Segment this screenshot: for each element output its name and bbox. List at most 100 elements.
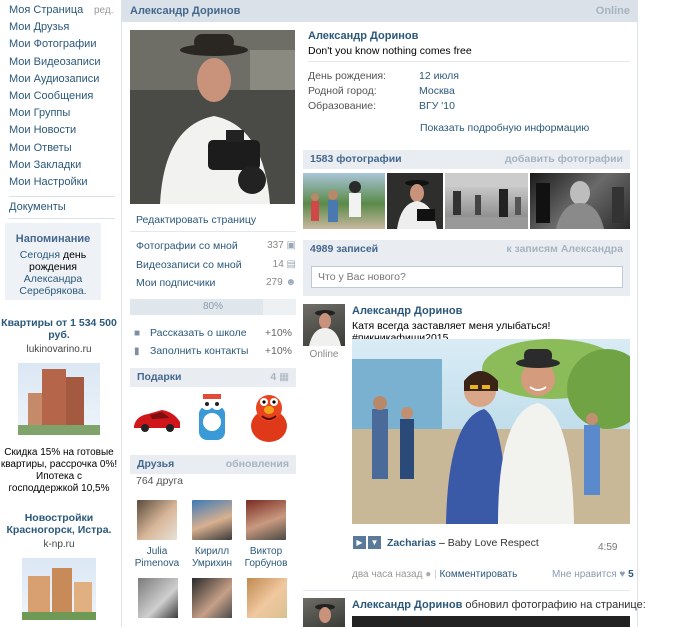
gift-red-car[interactable] [132, 404, 182, 434]
photo-thumb[interactable] [387, 173, 443, 229]
nav-my-news[interactable]: Мои Новости [0, 122, 118, 139]
audio-track[interactable]: Zacharias – Baby Love Respect [387, 537, 539, 549]
post-author-avatar[interactable] [303, 304, 345, 346]
like-button[interactable]: Мне нравится ♥ 5 [552, 569, 634, 580]
friends-header[interactable]: Друзья обновления [130, 455, 296, 474]
friend-first-name: Кирилл [194, 546, 230, 557]
videos-with-me-link[interactable]: Видеозаписи со мной [136, 259, 242, 271]
header-name: Александр Доринов [130, 5, 241, 17]
friends-title: Друзья [137, 458, 175, 470]
apple-device-icon: ● [425, 569, 432, 580]
people-icon: ☻ [285, 277, 296, 288]
post-meta: два часа назад ● | Комментировать [352, 569, 518, 580]
friend-item[interactable]: Julia Pimenova [131, 500, 183, 570]
friend-first-name: Виктор [249, 546, 283, 557]
post2-header: Александр Доринов обновил фотографию на … [352, 599, 646, 611]
divider [130, 231, 296, 232]
education-value[interactable]: ВГУ '10 [419, 100, 455, 112]
reminder-person-link[interactable]: Александра Серебрякова. [19, 273, 86, 297]
photo-thumb[interactable] [303, 173, 385, 229]
audio-duration: 4:59 [598, 542, 618, 553]
followers-link[interactable]: Мои подписчики [136, 277, 215, 289]
photos-with-me-count: 337 ▣ [267, 240, 296, 251]
profile-name: Александр Доринов [308, 30, 419, 42]
friend-photo[interactable] [137, 500, 177, 540]
audio-title: Baby Love Respect [447, 537, 539, 549]
show-more-info-link[interactable]: Показать подробную информацию [420, 122, 589, 134]
to-wall-link[interactable]: к записям Александра [506, 240, 623, 259]
nav-my-audio[interactable]: Мои Аудиозаписи [0, 71, 118, 88]
profile-completion-bar: 80% [130, 299, 296, 315]
friend-photo[interactable] [247, 578, 287, 618]
heart-icon: ♥ [619, 569, 626, 580]
ad-title[interactable]: Новостройки Красногорск, Истра. [0, 512, 118, 536]
wall-header[interactable]: 4989 записей к записям Александра [303, 240, 630, 259]
profile-quote: Don't you know nothing comes free [308, 45, 472, 57]
friend-photo[interactable] [192, 500, 232, 540]
ad-title[interactable]: Квартиры от 1 534 500 руб. [0, 317, 118, 341]
post-author-name[interactable]: Александр Доринов [352, 599, 462, 611]
birthday-value[interactable]: 12 июля [419, 70, 459, 82]
nav-my-photos[interactable]: Мои Фотографии [0, 36, 118, 53]
friend-photo[interactable] [138, 578, 178, 618]
profile-header-bar: Александр Доринов Online [122, 0, 638, 22]
photos-with-me-link[interactable]: Фотографии со мной [136, 240, 238, 252]
nav-my-settings[interactable]: Мои Настройки [0, 174, 118, 191]
phone-icon: ▮ [134, 346, 140, 357]
friends-updates-link[interactable]: обновления [226, 455, 289, 474]
wall-count: 4989 записей [310, 243, 379, 255]
post-author-name[interactable]: Александр Доринов [352, 305, 462, 317]
edit-page-link[interactable]: Редактировать страницу [136, 214, 256, 226]
ad-block-new-buildings[interactable]: Новостройки Красногорск, Истра. k-np.ru [0, 512, 118, 620]
school-icon: ■ [134, 328, 141, 339]
photos-header[interactable]: 1583 фотографии добавить фотографии [303, 150, 630, 169]
friend-last-name: Умрихин [191, 558, 233, 569]
post-time[interactable]: два часа назад [352, 569, 422, 580]
nav-my-groups[interactable]: Мои Группы [0, 105, 118, 122]
friend-item[interactable]: Кирилл Умрихин [186, 500, 238, 570]
play-icon[interactable]: ▶ [353, 536, 366, 549]
birthday-reminder: Напоминание Сегодня день рождения Алекса… [5, 223, 101, 300]
download-icon[interactable]: ▼ [368, 536, 381, 549]
tell-about-school-link[interactable]: Рассказать о школе [150, 327, 247, 339]
photo-thumb[interactable] [530, 173, 630, 229]
birthday-label: День рождения: [308, 70, 386, 82]
friend-first-name: Julia [146, 546, 168, 557]
friend-item[interactable]: Виктор Горбунов [240, 500, 292, 570]
photo-thumb[interactable] [445, 173, 528, 229]
nav-my-answers[interactable]: Мои Ответы [0, 140, 118, 157]
ad-site: lukinovarino.ru [26, 344, 92, 355]
comment-link[interactable]: Комментировать [439, 569, 517, 580]
nav-my-videos[interactable]: Мои Видеозаписи [0, 54, 118, 71]
nav-my-bookmarks[interactable]: Мои Закладки [0, 157, 118, 174]
hometown-value[interactable]: Москва [419, 85, 455, 97]
ad-block-apartments[interactable]: Квартиры от 1 534 500 руб. lukinovarino.… [0, 317, 118, 495]
fill-contacts-link[interactable]: Заполнить контакты [150, 345, 248, 357]
ad-image[interactable] [22, 558, 96, 620]
add-photos-link[interactable]: добавить фотографии [505, 150, 623, 169]
reminder-today: Сегодня [19, 249, 61, 261]
post-author-avatar[interactable] [303, 598, 345, 627]
post-photo[interactable] [352, 339, 630, 524]
friend-photo[interactable] [192, 578, 232, 618]
post-photo[interactable] [352, 616, 630, 627]
divider [308, 61, 630, 62]
ad-site: k-np.ru [43, 539, 75, 550]
gift-elmo-toy[interactable] [247, 392, 291, 444]
audio-artist[interactable]: Zacharias [387, 537, 436, 549]
friends-count: 764 друга [136, 475, 183, 487]
wall-post-input[interactable] [311, 266, 623, 288]
gift-icon: ▦ [279, 371, 289, 383]
profile-avatar[interactable] [130, 30, 295, 204]
reminder-title: Напоминание [15, 233, 91, 245]
nav-edit-link[interactable]: ред. [94, 0, 114, 22]
gifts-title: Подарки [137, 371, 182, 383]
friend-photo[interactable] [246, 500, 286, 540]
nav-my-messages[interactable]: Мои Сообщения [0, 88, 118, 105]
progress-label: 80% [202, 301, 223, 312]
ad-image[interactable] [18, 363, 100, 435]
profile-frame: Александр Доринов Online Редактировать с… [121, 0, 646, 627]
nav-documents[interactable]: Документы [0, 199, 66, 216]
gift-snowman-toy[interactable] [195, 392, 229, 442]
gifts-header[interactable]: Подарки 4 ▦ [130, 368, 296, 387]
